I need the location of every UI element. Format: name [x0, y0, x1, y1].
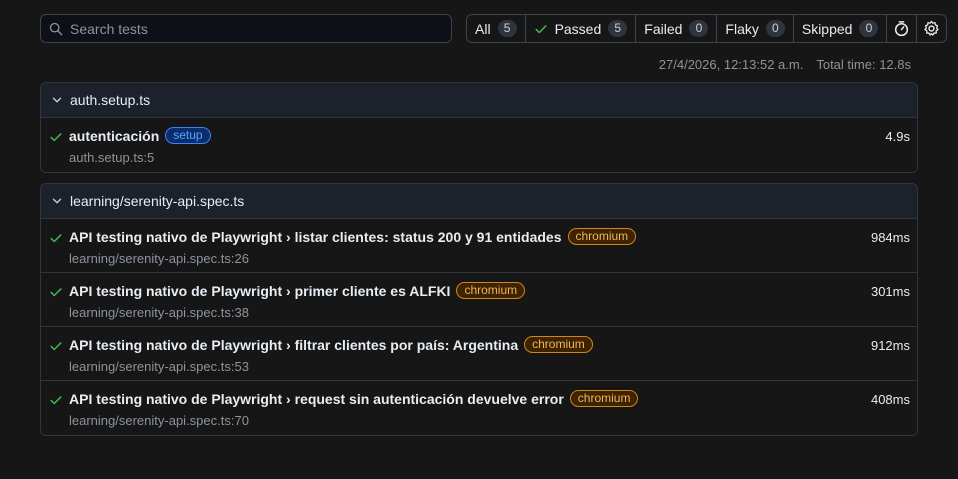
- file-name: auth.setup.ts: [70, 92, 151, 108]
- file-name: learning/serenity-api.spec.ts: [70, 193, 245, 209]
- test-location: auth.setup.ts:5: [69, 150, 155, 165]
- test-row[interactable]: API testing nativo de Playwright › filtr…: [41, 327, 917, 381]
- search-input[interactable]: [63, 15, 451, 42]
- test-location: learning/serenity-api.spec.ts:70: [69, 413, 249, 428]
- test-duration: 408ms: [870, 392, 910, 407]
- project-label[interactable]: chromium: [524, 336, 593, 353]
- search-icon: [49, 22, 63, 35]
- test-location: learning/serenity-api.spec.ts:26: [69, 251, 249, 266]
- gear-icon: [924, 20, 940, 36]
- test-title[interactable]: API testing nativo de Playwright › reque…: [69, 391, 564, 407]
- filter-failed-label: Failed: [644, 20, 683, 37]
- settings-button[interactable]: [917, 15, 946, 42]
- check-icon: [535, 24, 547, 33]
- project-label[interactable]: chromium: [567, 228, 637, 245]
- filter-failed[interactable]: Failed 0: [636, 15, 718, 42]
- test-title[interactable]: API testing nativo de Playwright › filtr…: [69, 337, 518, 353]
- filter-flaky-label: Flaky: [725, 20, 759, 37]
- chevron-down-icon: [52, 198, 62, 204]
- filter-flaky-count: 0: [765, 20, 785, 37]
- filter-passed-count: 5: [608, 20, 628, 37]
- report-page: All 5 Passed 5 Failed 0 Flaky 0 Skipped …: [0, 0, 958, 479]
- filter-passed-label: Passed: [554, 20, 602, 37]
- stopwatch-icon: [895, 21, 909, 37]
- filter-failed-count: 0: [689, 20, 709, 37]
- filter-passed[interactable]: Passed 5: [526, 15, 637, 42]
- filter-flaky[interactable]: Flaky 0: [717, 15, 794, 42]
- total-time: Total time: 12.8s: [816, 57, 911, 72]
- run-metadata: 27/4/2026, 12:13:52 a.m. Total time: 12.…: [659, 57, 911, 72]
- filter-all-count: 5: [497, 20, 517, 37]
- project-label[interactable]: chromium: [456, 282, 526, 299]
- test-row[interactable]: API testing nativo de Playwright › lista…: [41, 219, 917, 273]
- search-box[interactable]: [40, 14, 452, 43]
- speedboard-button[interactable]: [887, 15, 918, 42]
- test-duration: 984ms: [870, 230, 910, 245]
- filter-all[interactable]: All 5: [467, 15, 526, 42]
- status-filter-bar: All 5 Passed 5 Failed 0 Flaky 0 Skipped …: [466, 14, 948, 43]
- check-icon: [50, 396, 62, 405]
- file-header[interactable]: learning/serenity-api.spec.ts: [41, 184, 917, 219]
- test-location: learning/serenity-api.spec.ts:53: [69, 359, 249, 374]
- check-icon: [50, 133, 62, 142]
- test-row[interactable]: API testing nativo de Playwright › reque…: [41, 381, 917, 435]
- filter-all-label: All: [475, 20, 491, 37]
- filter-skipped-count: 0: [859, 20, 879, 37]
- test-row[interactable]: API testing nativo de Playwright › prime…: [41, 273, 917, 327]
- filter-skipped[interactable]: Skipped 0: [794, 15, 888, 42]
- chevron-down-icon: [52, 97, 62, 103]
- file-group-serenity-api: learning/serenity-api.spec.ts API testin…: [40, 183, 918, 436]
- test-title[interactable]: API testing nativo de Playwright › prime…: [69, 283, 450, 299]
- filter-skipped-label: Skipped: [801, 20, 853, 37]
- run-timestamp: 27/4/2026, 12:13:52 a.m.: [658, 57, 804, 72]
- check-icon: [50, 288, 62, 297]
- test-location: learning/serenity-api.spec.ts:38: [69, 305, 249, 320]
- file-group-auth-setup: auth.setup.ts autenticación setup auth.s…: [40, 82, 918, 173]
- check-icon: [50, 234, 62, 243]
- check-icon: [50, 342, 62, 351]
- test-title[interactable]: API testing nativo de Playwright › lista…: [69, 229, 562, 245]
- file-header[interactable]: auth.setup.ts: [41, 83, 917, 118]
- test-duration: 301ms: [870, 284, 910, 299]
- test-duration: 912ms: [870, 338, 910, 353]
- project-label[interactable]: setup: [165, 127, 211, 144]
- project-label[interactable]: chromium: [569, 390, 639, 407]
- test-row[interactable]: autenticación setup auth.setup.ts:5 4.9s: [41, 118, 917, 172]
- test-duration: 4.9s: [885, 129, 910, 144]
- test-title[interactable]: autenticación: [69, 128, 159, 144]
